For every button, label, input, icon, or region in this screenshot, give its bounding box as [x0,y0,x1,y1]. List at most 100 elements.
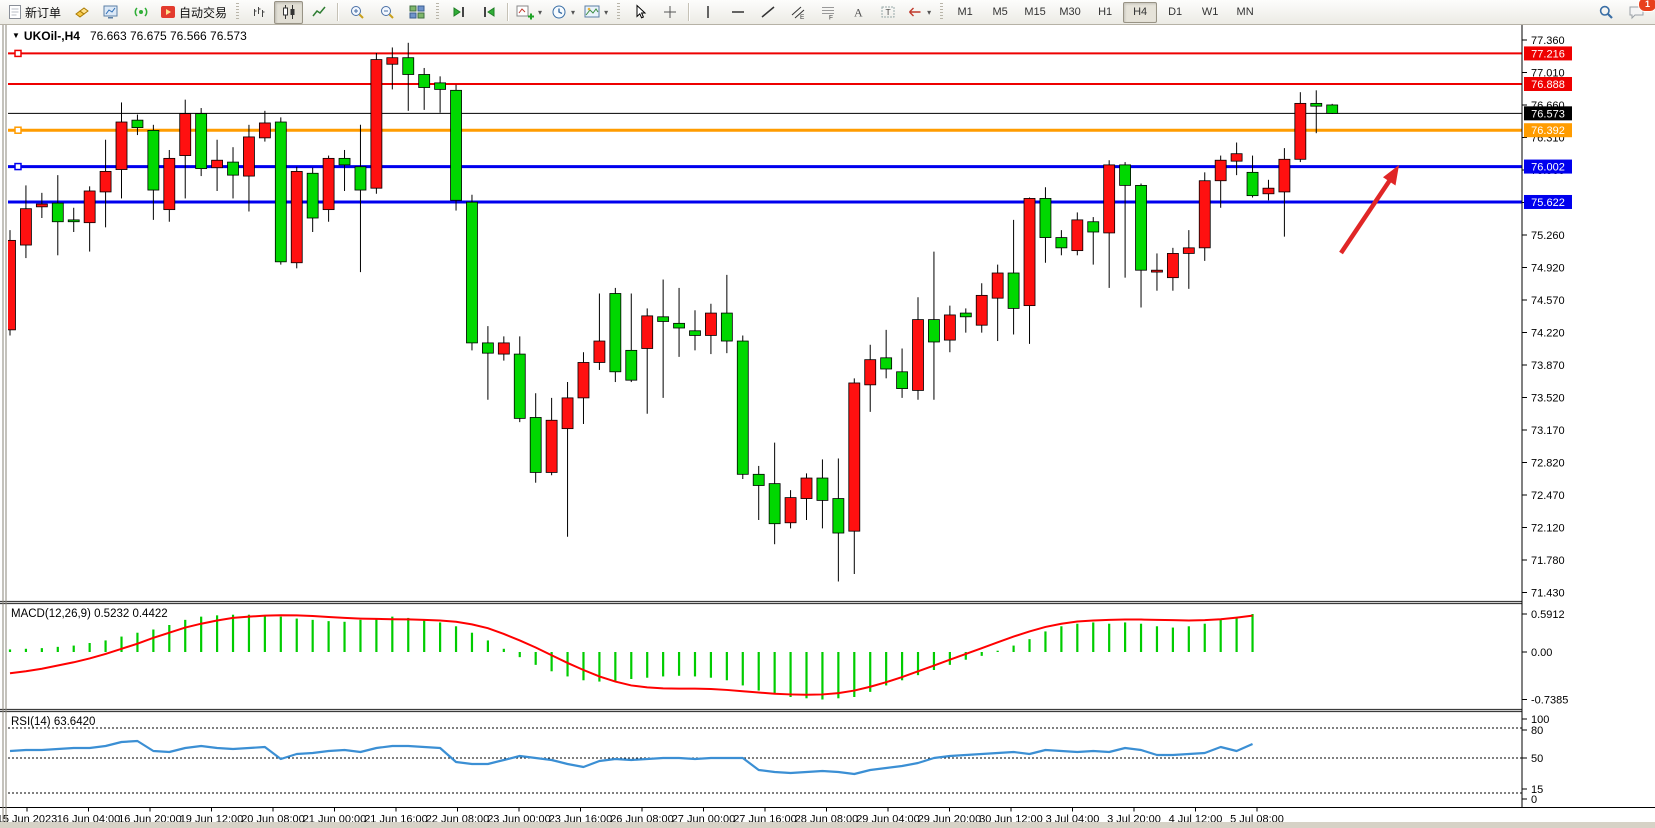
svg-text:76.392: 76.392 [1531,125,1565,137]
price-tick-label: 73.870 [1531,360,1565,372]
text-button[interactable]: A [843,1,872,24]
timeframe-button-m5[interactable]: M5 [983,2,1017,23]
auto-trading-button-label: 自动交易 [179,4,227,21]
bar-chart-button[interactable] [244,1,273,24]
candle-body [626,350,637,380]
candle-body [1120,165,1131,186]
label-button[interactable]: T [873,1,902,24]
candle-body [1167,253,1178,277]
price-label-box: 76.002 [1524,160,1572,174]
candle-body [1088,222,1099,232]
candle-body [737,341,748,474]
timeframe-button-h1[interactable]: H1 [1088,2,1122,23]
candle-body [594,341,605,362]
zoom-out-icon [379,4,395,20]
candlestick-button[interactable] [274,1,303,24]
candle-body [801,478,812,499]
shapes-button[interactable]: ▾ [903,1,935,24]
chevron-down-icon: ▾ [538,8,542,17]
horizontal-line-button[interactable] [723,1,752,24]
candle-body [1247,172,1258,195]
channel-button[interactable]: E [783,1,812,24]
auto-scroll-button[interactable] [444,1,473,24]
rsi-tick-label: 80 [1531,725,1543,737]
price-axis[interactable]: 77.36077.01076.66076.31075.96075.61075.2… [1522,25,1655,808]
fibonacci-icon: F [820,4,836,20]
candle-body [355,167,366,190]
candle-body [307,173,318,218]
zoom-in-button[interactable] [342,1,371,24]
notifications-button[interactable]: 1 [1622,1,1651,24]
candle-body [1231,154,1242,161]
search-button[interactable] [1591,1,1620,24]
timeframe-button-m15[interactable]: M15 [1018,2,1052,23]
price-tick-label: 71.430 [1531,588,1565,600]
vertical-line-button[interactable] [693,1,722,24]
rsi-indicator-label: RSI(14) 63.6420 [11,716,95,728]
line-handle[interactable] [15,50,21,56]
candle-body [419,74,430,87]
candle-body [1327,105,1338,113]
timeframe-clock-icon [551,4,567,20]
candle-body [546,420,557,472]
timeframe-button-mn[interactable]: MN [1228,2,1262,23]
candle-body [642,316,653,349]
trendline-button[interactable] [753,1,782,24]
chart-shift-button[interactable] [474,1,503,24]
price-tick-label: 75.260 [1531,230,1565,242]
candle-body [1008,273,1019,308]
price-chart-canvas[interactable]: 77.36077.01076.66076.31075.96075.61075.2… [0,25,1655,828]
templates-button[interactable]: ▾ [580,1,612,24]
zoom-out-button[interactable] [372,1,401,24]
line-chart-icon [311,4,327,20]
timeframe-button-m30[interactable]: M30 [1053,2,1087,23]
signal-button[interactable] [126,1,155,24]
window-bottom-edge [0,822,1655,828]
auto-trading-button[interactable]: 自动交易 [156,1,231,24]
symbol-dropdown-icon[interactable]: ▼ [12,31,20,40]
candle-body [466,202,477,343]
rsi-tick-label: 50 [1531,753,1543,765]
candle-body [196,114,207,169]
price-label-box: 77.216 [1524,46,1572,60]
candle-body [530,417,541,472]
fibonacci-button[interactable]: F [813,1,842,24]
candle-body [928,320,939,342]
chart-window[interactable]: 77.36077.01076.66076.31075.96075.61075.2… [0,25,1655,828]
line-handle[interactable] [15,127,21,133]
timeframe-button-d1[interactable]: D1 [1158,2,1192,23]
indicators-button[interactable]: ▾ [512,1,546,24]
candle-body [865,360,876,385]
svg-text:F: F [829,15,833,21]
price-tick-label: 74.570 [1531,295,1565,307]
price-tick-label: 74.920 [1531,263,1565,275]
crosshair-icon [662,4,678,20]
timeframe-button-h4[interactable]: H4 [1123,2,1157,23]
candle-body [482,343,493,353]
candle-body [1151,270,1162,272]
tile-windows-button[interactable] [402,1,431,24]
terminal-button[interactable] [96,1,125,24]
gold-button[interactable] [66,1,95,24]
candle-body [1024,198,1035,305]
price-tick-label: 72.120 [1531,523,1565,535]
auto-trading-icon [160,4,176,20]
candle-body [849,383,860,531]
candle-body [339,158,350,165]
candle-body [1136,185,1147,270]
candle-body [1263,188,1274,194]
crosshair-button[interactable] [655,1,684,24]
timeframe-clock-button[interactable]: ▾ [547,1,579,24]
line-handle[interactable] [15,164,21,170]
candle-body [164,158,175,209]
new-order-button[interactable]: 新订单 [4,1,65,24]
price-label-box: 76.888 [1524,77,1572,91]
doc-icon [8,4,22,20]
timeframe-button-w1[interactable]: W1 [1193,2,1227,23]
candle-body [944,315,955,340]
timeframe-button-m1[interactable]: M1 [948,2,982,23]
svg-text:76.888: 76.888 [1531,79,1565,91]
line-chart-button[interactable] [304,1,333,24]
cursor-button[interactable] [625,1,654,24]
macd-tick-label: 0.00 [1531,647,1552,659]
